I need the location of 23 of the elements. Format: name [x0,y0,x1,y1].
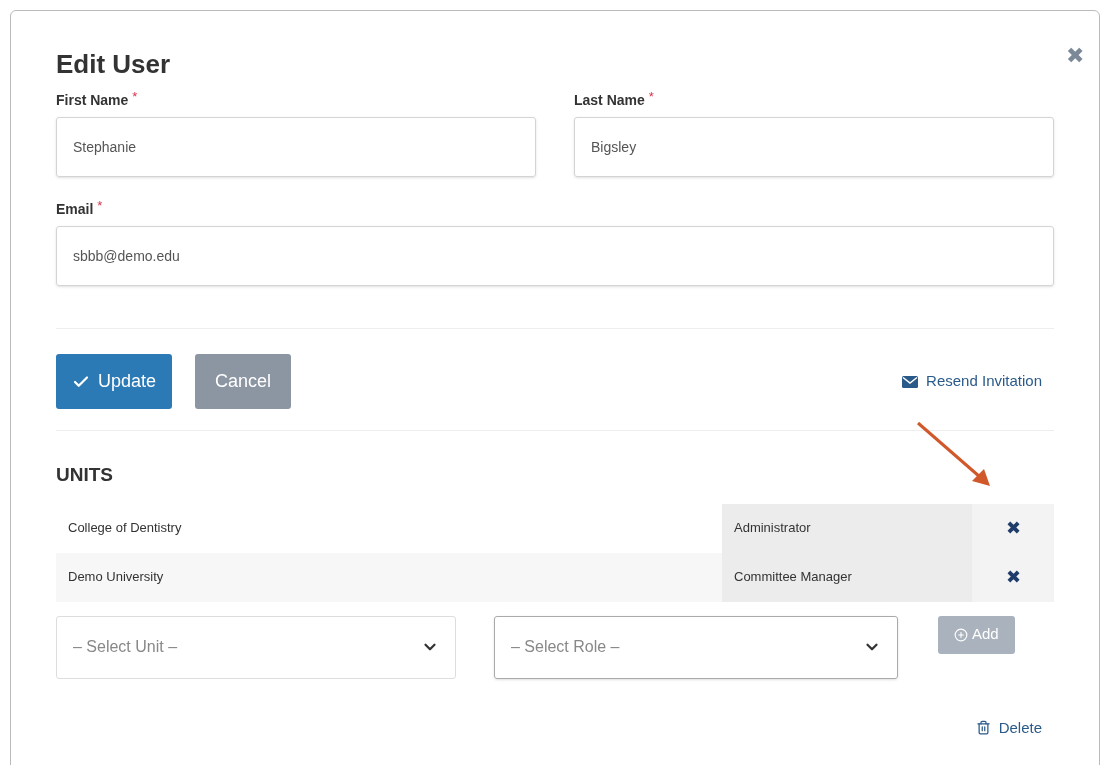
required-mark: * [97,199,103,212]
dialog-title: Edit User [56,48,171,81]
role-cell: Administrator [722,503,972,553]
text-field[interactable]: sbbb@demo.edu [56,226,1054,286]
delete-link[interactable]: Delete [975,716,1042,739]
remove-button[interactable]: ✖ [972,503,1054,553]
role-select[interactable]: – Select Role – [494,615,898,679]
text-field[interactable]: Stephanie [56,117,536,177]
required-mark: * [132,90,138,103]
role-cell: Committee Manager [722,552,972,602]
remove-button[interactable]: ✖ [972,552,1054,602]
field-label: Last Name [574,91,645,110]
required-mark: * [648,90,654,103]
text-field[interactable]: Bigsley [574,117,1054,177]
unit-select[interactable]: – Select Unit – [56,615,456,679]
resend-invitation-link[interactable]: Resend Invitation [902,370,1042,393]
field-label: Email [56,200,94,219]
close-button[interactable]: ✖ [1066,39,1084,72]
update-button[interactable]: Update [56,354,173,409]
unit-name: Demo University [67,568,165,587]
field-label: First Name [56,91,129,110]
units-heading: UNITS [56,463,114,487]
unit-name: College of Dentistry [67,519,183,538]
